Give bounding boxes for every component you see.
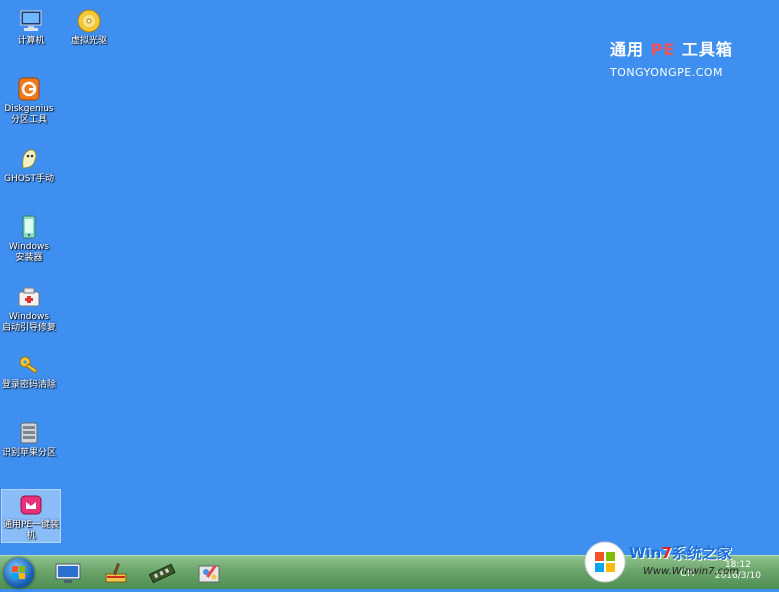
- broom-icon: [105, 563, 127, 583]
- apple-partition-icon: [20, 422, 38, 444]
- desktop-icon-label: 虚拟光驱: [70, 36, 107, 46]
- brand-url: TONGYONGPE.COM: [610, 66, 724, 79]
- desktop-icon-label: Windows 安装器: [8, 242, 50, 263]
- boot-repair-icon: [18, 287, 40, 307]
- desktop-icon-virtual-drive[interactable]: 虚拟光驱: [60, 8, 118, 47]
- watermark-url: Www.Winwin7.com: [643, 566, 739, 577]
- taskbar-tools-button[interactable]: [196, 560, 224, 586]
- watermark-title-c: 系统之家: [671, 544, 732, 562]
- desktop-icon-one-click-install[interactable]: 通用PE一键装机: [1, 489, 61, 543]
- brand-title-suffix: 工具箱: [681, 40, 733, 59]
- win7-logo-icon: [584, 541, 626, 583]
- desktop-icon-computer[interactable]: 计算机: [2, 8, 60, 47]
- windows-logo-icon: [12, 566, 25, 579]
- desktop-icon-label: 识别苹果分区: [1, 448, 56, 458]
- desktop-icon-label: Windows 启动引导修复: [1, 312, 56, 333]
- computer-icon: [20, 10, 42, 31]
- desktop-icon-label: 通用PE一键装机: [2, 520, 60, 541]
- watermark-title: Win7系统之家: [629, 542, 732, 563]
- desktop-icon-label: GHOST手动: [3, 174, 55, 184]
- tools-icon: [198, 564, 220, 583]
- watermark: Win7系统之家 Www.Winwin7.com: [583, 536, 779, 588]
- monitor-icon: [55, 563, 81, 583]
- key-icon: [19, 356, 38, 374]
- desktop-icon-diskgenius[interactable]: Diskgenius 分区工具: [0, 76, 58, 126]
- desktop-icon-ghost[interactable]: GHOST手动: [0, 146, 58, 185]
- brand-title-prefix: 通用: [610, 40, 645, 59]
- desktop-icon-label: 计算机: [17, 36, 45, 46]
- watermark-title-a: Win: [629, 544, 662, 562]
- taskbar-monitor-button[interactable]: [54, 560, 82, 586]
- virtual-drive-icon: [77, 9, 101, 33]
- desktop-icon-windows-installer[interactable]: Windows 安装器: [0, 214, 58, 264]
- start-button[interactable]: [4, 558, 34, 588]
- brand-title: 通用 PE 工具箱: [610, 36, 733, 60]
- desktop-icon-apple-partition[interactable]: 识别苹果分区: [0, 420, 58, 459]
- desktop-icon-label: 登录密码清除: [1, 380, 56, 390]
- watermark-title-b: 7: [661, 544, 672, 562]
- desktop-icon-password-clear[interactable]: 登录密码清除: [0, 352, 58, 391]
- one-click-install-icon: [20, 495, 42, 515]
- desktop-icon-boot-repair[interactable]: Windows 启动引导修复: [0, 284, 58, 334]
- brand-title-pe: PE: [650, 40, 676, 59]
- desktop-icon-label: Diskgenius 分区工具: [4, 104, 54, 125]
- ghost-icon: [22, 149, 37, 169]
- memory-icon: [148, 563, 176, 584]
- windows-installer-icon: [22, 215, 36, 239]
- taskbar-memory-button[interactable]: [148, 560, 176, 586]
- brand-logo: 通用 PE 工具箱 TONGYONGPE.COM: [610, 36, 733, 79]
- diskgenius-icon: [18, 77, 40, 101]
- desktop: 计算机 虚拟光驱 Diskgenius 分区工具 GHOST手动 Windows…: [0, 0, 779, 555]
- taskbar-cleaner-button[interactable]: [102, 560, 130, 586]
